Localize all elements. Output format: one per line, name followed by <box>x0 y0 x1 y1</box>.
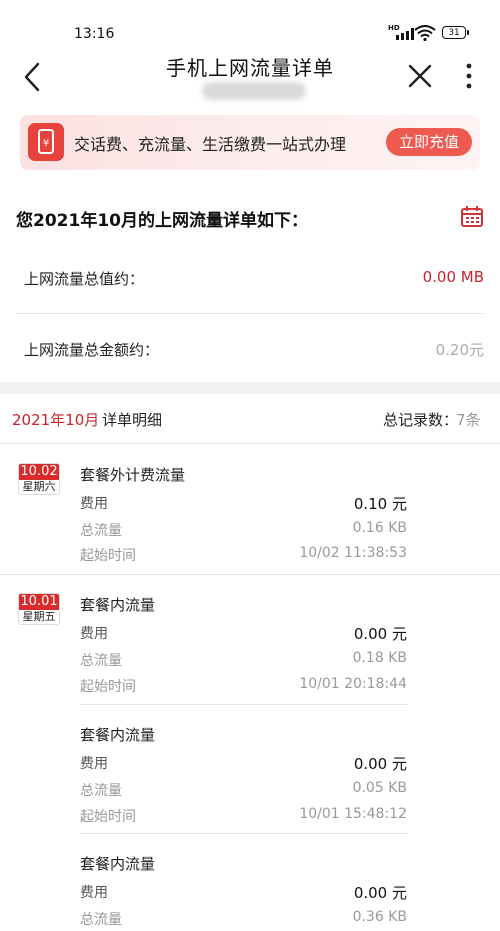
fee-label: 费用 <box>80 756 108 772</box>
flow-label: 总流量 <box>80 912 122 928</box>
total-amount-value: 0.20元 <box>435 341 484 359</box>
flow-label: 总流量 <box>80 653 122 669</box>
more-button[interactable] <box>462 62 476 90</box>
divider <box>16 313 484 314</box>
close-button[interactable] <box>406 62 434 90</box>
date-badge-day: 10.01 <box>19 594 59 610</box>
record-count-value: 7条 <box>456 411 481 429</box>
divider <box>80 833 408 834</box>
flow-value: 0.16 KB <box>352 520 407 536</box>
fee-value: 0.00 元 <box>353 625 407 643</box>
fee-label: 费用 <box>80 496 108 512</box>
record-count-label: 总记录数： <box>383 411 459 429</box>
svg-text:¥: ¥ <box>43 138 49 149</box>
fee-value: 0.10 元 <box>353 495 407 513</box>
date-badge-weekday: 星期五 <box>22 610 56 623</box>
fee-value: 0.00 元 <box>353 755 407 773</box>
start-time-value: 10/01 20:18:44 <box>299 676 407 692</box>
flow-value: 0.05 KB <box>352 780 407 796</box>
record-title: 套餐外计费流量 <box>80 466 186 484</box>
start-time-label: 起始时间 <box>80 809 136 825</box>
divider <box>0 443 500 444</box>
date-badge: 10.01 星期五 <box>18 593 60 625</box>
total-traffic-value: 0.00 MB <box>422 268 484 286</box>
battery-tip <box>467 30 469 35</box>
total-traffic-label: 上网流量总值约： <box>24 270 145 288</box>
start-time-value: 10/01 15:48:12 <box>299 806 407 822</box>
fee-label: 费用 <box>80 885 108 901</box>
flow-value: 0.36 KB <box>352 909 407 925</box>
start-time-value: 10/02 11:38:53 <box>299 545 407 561</box>
recharge-button[interactable]: 立即充值 <box>386 128 472 156</box>
total-amount-label: 上网流量总金额约： <box>24 341 160 359</box>
flow-label: 总流量 <box>80 783 122 799</box>
flow-value: 0.18 KB <box>352 650 407 666</box>
divider <box>0 574 500 575</box>
section-separator <box>0 382 500 394</box>
status-time: 13:16 <box>74 26 115 42</box>
wifi-icon <box>414 25 436 41</box>
detail-title: 详单明细 <box>102 411 163 429</box>
fee-value: 0.00 元 <box>353 884 407 902</box>
date-badge-day: 10.02 <box>19 464 59 480</box>
record-title: 套餐内流量 <box>80 596 156 614</box>
battery-icon: 31 <box>442 26 466 39</box>
masked-phone-number <box>202 82 306 100</box>
divider <box>80 704 408 705</box>
fee-label: 费用 <box>80 626 108 642</box>
date-badge: 10.02 星期六 <box>18 463 60 495</box>
detail-month[interactable]: 2021年10月 <box>12 409 99 430</box>
date-badge-weekday: 星期六 <box>22 480 56 493</box>
phone-icon: ¥ <box>28 123 64 161</box>
record-title: 套餐内流量 <box>80 726 156 744</box>
flow-label: 总流量 <box>80 523 122 539</box>
summary-title: 您2021年10月的上网流量详单如下： <box>16 211 308 231</box>
calendar-icon[interactable] <box>460 205 484 227</box>
start-time-label: 起始时间 <box>80 548 136 564</box>
record-title: 套餐内流量 <box>80 855 156 873</box>
banner-text: 交话费、充流量、生活缴费一站式办理 <box>74 135 347 154</box>
start-time-label: 起始时间 <box>80 679 136 695</box>
signal-icon <box>396 28 414 40</box>
